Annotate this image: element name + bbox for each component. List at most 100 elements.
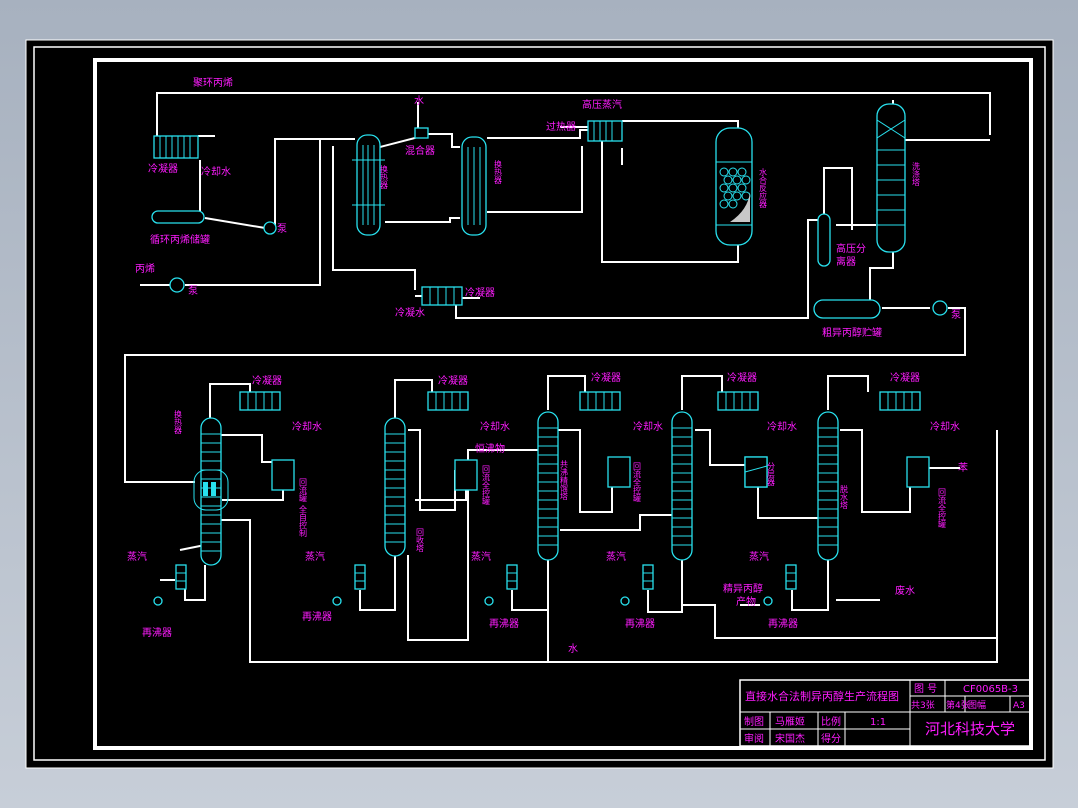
size-label: 图幅	[968, 699, 986, 711]
decanter	[744, 456, 768, 488]
column-3-reboiler	[506, 564, 518, 590]
pump-2	[169, 277, 185, 293]
label-reactor: 水合反应器	[759, 167, 768, 209]
label-hx2: 换热器	[494, 159, 503, 185]
superheater	[587, 120, 623, 142]
label-cooling-water-tl: 冷却水	[201, 165, 231, 178]
label-col5-name: 脱水塔	[840, 484, 849, 510]
column-3	[537, 411, 559, 561]
label-col5-cooling: 冷却水	[930, 420, 960, 433]
hp-separator	[817, 213, 831, 267]
sheet-no: 第4张	[946, 699, 970, 711]
column-5-reboiler	[785, 564, 797, 590]
column-2	[384, 417, 406, 557]
column-3-reflux-drum	[607, 456, 631, 488]
recycle-propylene-tank	[151, 210, 205, 224]
label-recycle-propylene: 聚环丙烯	[193, 76, 233, 89]
label-mixer: 混合器	[405, 144, 435, 157]
label-condenser-mid: 冷凝器	[465, 286, 495, 299]
column-4-condenser	[717, 391, 759, 411]
label-col1-hx: 换热器	[174, 409, 183, 435]
column-5	[817, 411, 839, 561]
label-propylene: 丙烯	[135, 262, 155, 275]
label-col5-benzene: 苯	[958, 461, 968, 474]
column-5-trap	[763, 596, 773, 606]
column-1-feed-coil	[203, 482, 208, 496]
hydration-reactor	[715, 127, 753, 246]
label-col5-condenser: 冷凝器	[890, 371, 920, 384]
label-col2-cooling: 冷却水	[480, 420, 510, 433]
column-3-trap	[484, 596, 494, 606]
label-col3-cooling: 冷却水	[633, 420, 663, 433]
label-col4-sep: 分层器	[767, 462, 776, 487]
label-crude-tank: 粗异丙醇贮罐	[822, 326, 882, 339]
column-4-trap	[620, 596, 630, 606]
label-col2-name: 回收塔	[416, 528, 425, 553]
heat-exchanger-2	[461, 136, 487, 236]
label-col4-product1: 精异丙醇	[723, 582, 763, 595]
column-5-condenser	[879, 391, 921, 411]
score-label: 得分	[821, 733, 841, 745]
label-col3-steam: 蒸汽	[471, 550, 491, 563]
column-3-condenser	[579, 391, 621, 411]
column-2-condenser	[427, 391, 469, 411]
column-2-trap	[332, 596, 342, 606]
label-condenser-tl: 冷凝器	[148, 162, 178, 175]
label-col4-reboiler: 再沸器	[625, 617, 655, 630]
drawing-no: CF0065B-3	[963, 684, 1018, 695]
label-water-top: 水	[414, 95, 424, 107]
label-hp-steam: 高压蒸汽	[582, 98, 622, 111]
label-col4-product2: 产物	[736, 595, 756, 608]
label-col5-reflux: 回流全控罐	[938, 488, 947, 529]
label-col2-reflux: 回流全控罐	[482, 465, 491, 506]
scale-label: 比例	[821, 715, 841, 728]
drawing-no-label: 图 号	[914, 683, 937, 695]
label-hp-separator-2: 离器	[836, 255, 856, 268]
label-col3-reboiler: 再沸器	[489, 617, 519, 630]
column-2-reboiler	[354, 564, 366, 590]
process-flow-diagram: 聚环丙烯 冷凝器 冷却水 循环丙烯储罐 泵 丙烯 泵 水 混合器 换热器 换热器…	[25, 39, 1054, 769]
scrubber-column	[876, 103, 906, 253]
column-4-reboiler	[642, 564, 654, 590]
size: A3	[1013, 701, 1025, 711]
column-1-reflux-drum	[271, 459, 295, 491]
label-col2-reboiler: 再沸器	[302, 610, 332, 623]
sheets-total: 共3张	[911, 700, 935, 711]
label-superheater: 过热器	[546, 120, 576, 133]
label-col1-reboiler: 再沸器	[142, 626, 172, 639]
label-col2-condenser: 冷凝器	[438, 374, 468, 387]
column-1-trap	[153, 596, 163, 606]
label-pump: 泵	[277, 223, 287, 235]
label-pump-2: 泵	[188, 285, 198, 297]
label-col2-light: 恒沸物	[475, 442, 505, 455]
scale: 1:1	[870, 717, 886, 728]
label-col1-condenser: 冷凝器	[252, 374, 282, 387]
drawn-by-label: 制图	[744, 715, 764, 728]
column-1-reboiler	[175, 564, 187, 590]
label-cooling-water-mid: 冷凝水	[395, 306, 425, 319]
label-col5-reboiler: 再沸器	[768, 617, 798, 630]
pump-1	[263, 221, 277, 235]
label-col4-condenser: 冷凝器	[727, 371, 757, 384]
label-scrubber: 洗涤塔	[912, 161, 921, 187]
mixer	[414, 127, 429, 139]
drawing-title: 直接水合法制异丙醇生产流程图	[745, 689, 899, 703]
drawn-by: 马雁姬	[775, 715, 805, 728]
label-col5-steam: 蒸汽	[749, 550, 769, 563]
institution: 河北科技大学	[925, 720, 1015, 738]
pump-3	[932, 300, 948, 316]
label-col4-cooling: 冷却水	[767, 420, 797, 433]
label-col1-steam: 蒸汽	[127, 550, 147, 563]
label-hx1: 换热器	[380, 164, 389, 190]
label-col2-steam: 蒸汽	[305, 550, 325, 563]
crude-ipa-tank	[813, 299, 881, 319]
label-hp-separator-1: 高压分	[836, 242, 866, 255]
checked-by: 宋国杰	[775, 732, 805, 745]
label-col1-reflux2: 全自控制	[299, 504, 308, 538]
condenser-middle	[421, 286, 463, 306]
condenser-top-left	[153, 135, 199, 159]
label-col3-condenser: 冷凝器	[591, 371, 621, 384]
label-pump-right: 泵	[951, 309, 961, 321]
label-col1-reflux: 回流罐	[299, 478, 308, 503]
label-col5-wastewater: 废水	[895, 584, 915, 597]
